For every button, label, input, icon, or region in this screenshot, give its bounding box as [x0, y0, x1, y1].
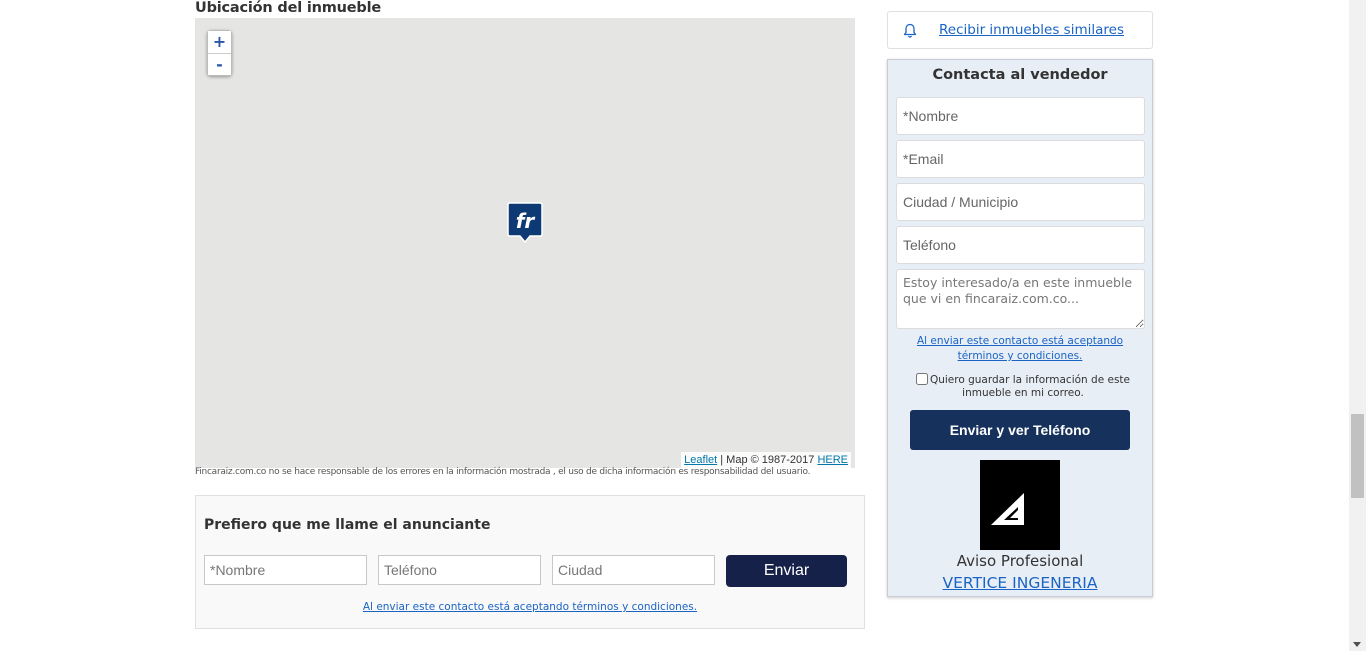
bell-icon — [903, 23, 917, 38]
scroll-down-arrow-icon[interactable] — [1353, 642, 1361, 647]
save-info-checkbox[interactable] — [915, 373, 928, 385]
save-info-label: Quiero guardar la información de este in… — [929, 374, 1131, 399]
save-info-option: Quiero guardar la información de este in… — [913, 373, 1133, 400]
page-scrollbar[interactable] — [1349, 0, 1366, 651]
contact-name-input[interactable] — [896, 97, 1145, 135]
callback-submit-button[interactable]: Enviar — [726, 555, 847, 587]
similar-listings-alert: Recibir inmuebles similares — [887, 11, 1153, 49]
contact-terms-link[interactable]: Al enviar este contacto está aceptando t… — [908, 334, 1132, 364]
map-copyright: | Map © 1987-2017 — [717, 454, 818, 466]
contact-seller-panel: Contacta al vendedor Al enviar este cont… — [887, 59, 1153, 597]
company-name-link[interactable]: VERTICE INGENERIA — [888, 574, 1152, 592]
svg-text:fr: fr — [516, 209, 536, 233]
callback-form-title: Prefiero que me llame el anunciante — [204, 517, 491, 533]
zoom-in-button[interactable]: + — [208, 31, 231, 53]
scrollbar-thumb[interactable] — [1351, 414, 1364, 498]
map-zoom-control: + - — [207, 30, 232, 76]
map-marker-icon[interactable]: fr — [507, 202, 543, 244]
send-and-view-phone-button[interactable]: Enviar y ver Teléfono — [910, 410, 1130, 450]
property-map[interactable]: + - fr Leaflet | Map © 1987-2017 HERE — [195, 18, 855, 468]
contact-email-input[interactable] — [896, 140, 1145, 178]
callback-terms-link[interactable]: Al enviar este contacto está aceptando t… — [196, 601, 864, 613]
callback-name-input[interactable] — [204, 555, 367, 585]
zoom-out-button[interactable]: - — [208, 53, 231, 75]
map-disclaimer: Fincaraiz.com.co no se hace responsable … — [195, 467, 811, 477]
contact-city-input[interactable] — [896, 183, 1145, 221]
company-logo — [980, 460, 1060, 550]
triangle-logo-icon — [991, 493, 1024, 525]
callback-city-input[interactable] — [552, 555, 715, 585]
professional-listing-label: Aviso Profesional — [956, 552, 1084, 570]
similar-listings-link[interactable]: Recibir inmuebles similares — [939, 22, 1124, 38]
contact-phone-input[interactable] — [896, 226, 1145, 264]
contact-message-textarea[interactable] — [896, 269, 1145, 329]
here-link[interactable]: HERE — [817, 454, 848, 466]
contact-panel-title: Contacta al vendedor — [932, 67, 1108, 83]
map-section-title: Ubicación del inmueble — [195, 0, 381, 16]
callback-form: Prefiero que me llame el anunciante Envi… — [195, 495, 865, 629]
map-attribution: Leaflet | Map © 1987-2017 HERE — [681, 452, 851, 468]
callback-phone-input[interactable] — [378, 555, 541, 585]
leaflet-link[interactable]: Leaflet — [684, 454, 717, 466]
